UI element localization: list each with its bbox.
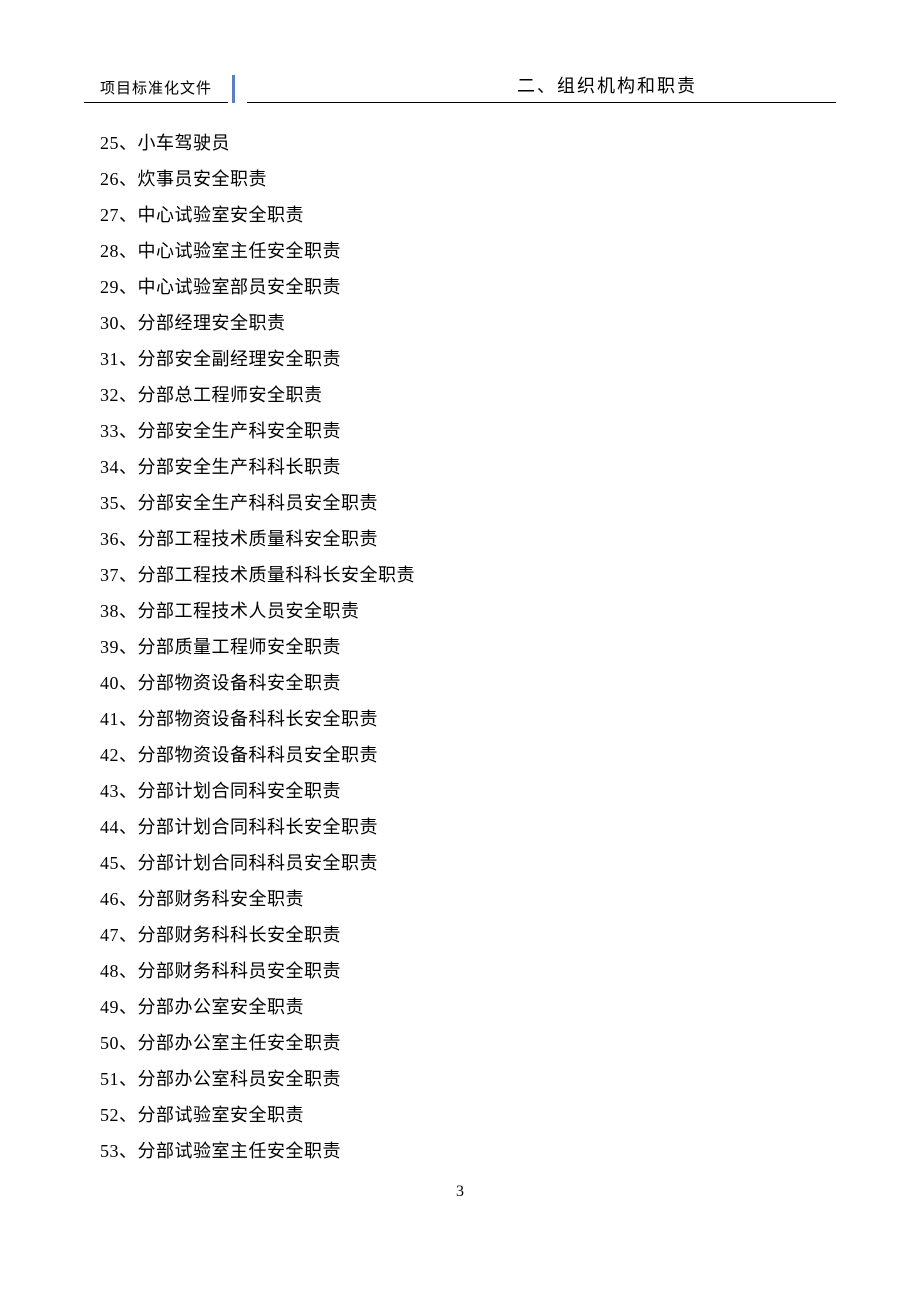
toc-item: 28、中心试验室主任安全职责 [100,233,836,269]
toc-item: 47、分部财务科科长安全职责 [100,917,836,953]
toc-content: 25、小车驾驶员26、炊事员安全职责27、中心试验室安全职责28、中心试验室主任… [100,125,836,1169]
toc-item: 50、分部办公室主任安全职责 [100,1025,836,1061]
header-left-title: 项目标准化文件 [84,77,228,103]
toc-item: 35、分部安全生产科科员安全职责 [100,485,836,521]
toc-item: 29、中心试验室部员安全职责 [100,269,836,305]
toc-item: 46、分部财务科安全职责 [100,881,836,917]
toc-item: 43、分部计划合同科安全职责 [100,773,836,809]
toc-item: 30、分部经理安全职责 [100,305,836,341]
toc-item: 48、分部财务科科员安全职责 [100,953,836,989]
toc-item: 44、分部计划合同科科长安全职责 [100,809,836,845]
toc-item: 31、分部安全副经理安全职责 [100,341,836,377]
toc-item: 36、分部工程技术质量科安全职责 [100,521,836,557]
toc-item: 52、分部试验室安全职责 [100,1097,836,1133]
toc-item: 49、分部办公室安全职责 [100,989,836,1025]
toc-item: 39、分部质量工程师安全职责 [100,629,836,665]
toc-item: 34、分部安全生产科科长职责 [100,449,836,485]
toc-item: 32、分部总工程师安全职责 [100,377,836,413]
header-right-title: 二、组织机构和职责 [517,76,697,96]
toc-item: 53、分部试验室主任安全职责 [100,1133,836,1169]
toc-item: 25、小车驾驶员 [100,125,836,161]
toc-item: 45、分部计划合同科科员安全职责 [100,845,836,881]
toc-item: 33、分部安全生产科安全职责 [100,413,836,449]
toc-item: 42、分部物资设备科科员安全职责 [100,737,836,773]
page-number: 3 [0,1183,920,1201]
toc-item: 27、中心试验室安全职责 [100,197,836,233]
header-divider [232,75,235,103]
toc-item: 38、分部工程技术人员安全职责 [100,593,836,629]
toc-item: 51、分部办公室科员安全职责 [100,1061,836,1097]
page-header: 项目标准化文件 二、组织机构和职责 [84,72,836,103]
header-right-wrap: 二、组织机构和职责 [247,72,836,103]
toc-item: 26、炊事员安全职责 [100,161,836,197]
toc-item: 41、分部物资设备科科长安全职责 [100,701,836,737]
toc-item: 37、分部工程技术质量科科长安全职责 [100,557,836,593]
toc-item: 40、分部物资设备科安全职责 [100,665,836,701]
